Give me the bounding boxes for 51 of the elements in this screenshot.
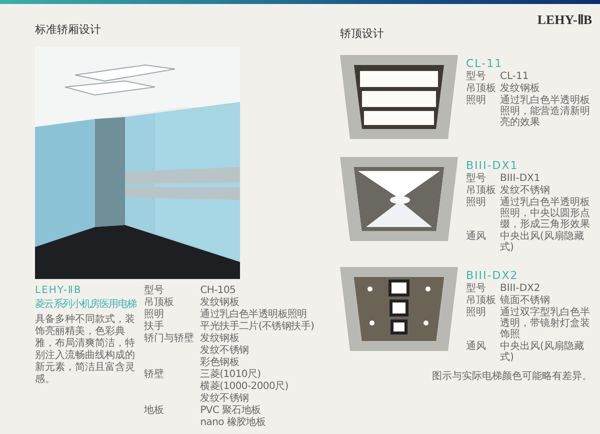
spec-label: 型号 (466, 173, 487, 184)
spec-label: 吊顶板 (466, 83, 497, 94)
spec-label: 照明 (466, 197, 487, 210)
spec-label: 地板 (144, 405, 166, 418)
spec-value: 平光扶手二片(不锈钢扶手) (200, 321, 314, 332)
spec-value: PVC 聚石地板 (200, 405, 262, 416)
spec-value: 中央出风(风扇隐藏式) (500, 231, 585, 253)
ceiling-name: CL-11 (466, 57, 504, 70)
spec-value: 发纹不锈钢 (200, 345, 250, 356)
model-name: LEHY-ⅡB (35, 285, 83, 296)
product-description: 具备多种不同款式，装饰亮丽精美，色彩典雅，布局清爽简洁，特别注入流畅曲线构成的新元素，简洁且富含灵感。 (35, 314, 136, 386)
spec-label: 吊顶板 (466, 295, 497, 306)
spec-label: 通风 (466, 231, 487, 244)
spec-label: 吊顶板 (144, 297, 176, 308)
spec-value: 发纹钢板 (200, 297, 240, 308)
spec-value: 通过乳白色半透明板照明，中央以圆形点缀，形成三角形效果 (500, 197, 591, 230)
spec-label: 轿门与轿壁 (144, 333, 194, 346)
ceiling-name: BIII-DX2 (466, 269, 520, 282)
spec-value: CH-105 (200, 285, 237, 296)
spec-label: 照明 (466, 95, 487, 108)
spec-label: 轿壁 (144, 369, 166, 382)
spec-value: 发纹钢板 (500, 83, 541, 94)
spec-value: 中央出风(风扇隐藏式) (500, 341, 585, 363)
spec-value: 发纹不锈钢 (200, 393, 250, 404)
section-heading: 轿顶设计 (340, 26, 384, 41)
spec-label: 照明 (144, 309, 166, 320)
spec-value: 彩色钢板 (200, 357, 240, 368)
spec-label: 型号 (144, 285, 166, 296)
spec-label: 型号 (466, 283, 487, 294)
spec-label: 型号 (466, 71, 487, 82)
spec-value: 通过乳白色半透明板照明，能营造清新明亮的效果 (500, 95, 591, 128)
spec-label: 照明 (466, 307, 487, 320)
spec-value: 横菱(1000-2000尺) (200, 381, 290, 392)
spec-value: CL-11 (500, 71, 529, 82)
spec-value: BIII-DX1 (500, 173, 542, 184)
spec-value: BIII-DX2 (500, 283, 542, 294)
ceiling-name: BIII-DX1 (466, 159, 520, 172)
spec-value: 发纹不锈钢 (500, 185, 551, 196)
product-title: 菱云系列小机房医用电梯 (35, 298, 136, 311)
model-logo: LEHY-ⅡB (537, 12, 592, 28)
spec-value: 三菱(1010尺) (200, 369, 262, 380)
spec-label: 扶手 (144, 321, 166, 332)
section-heading: 标准轿厢设计 (35, 22, 102, 37)
footnote: 图示与实际电梯颜色可能略有差异。 (432, 370, 592, 383)
spec-value: nano 橡胶地板 (200, 417, 267, 428)
spec-label: 吊顶板 (466, 185, 497, 196)
spec-value: 通过乳白色半透明板照明 (200, 309, 308, 320)
spec-value: 发纹钢板 (200, 333, 240, 344)
spec-value: 通过双字型乳白色半透明，带镜射灯盒装饰照 (500, 307, 591, 340)
spec-label: 通风 (466, 341, 487, 354)
spec-value: 镜面不锈钢 (500, 295, 551, 306)
